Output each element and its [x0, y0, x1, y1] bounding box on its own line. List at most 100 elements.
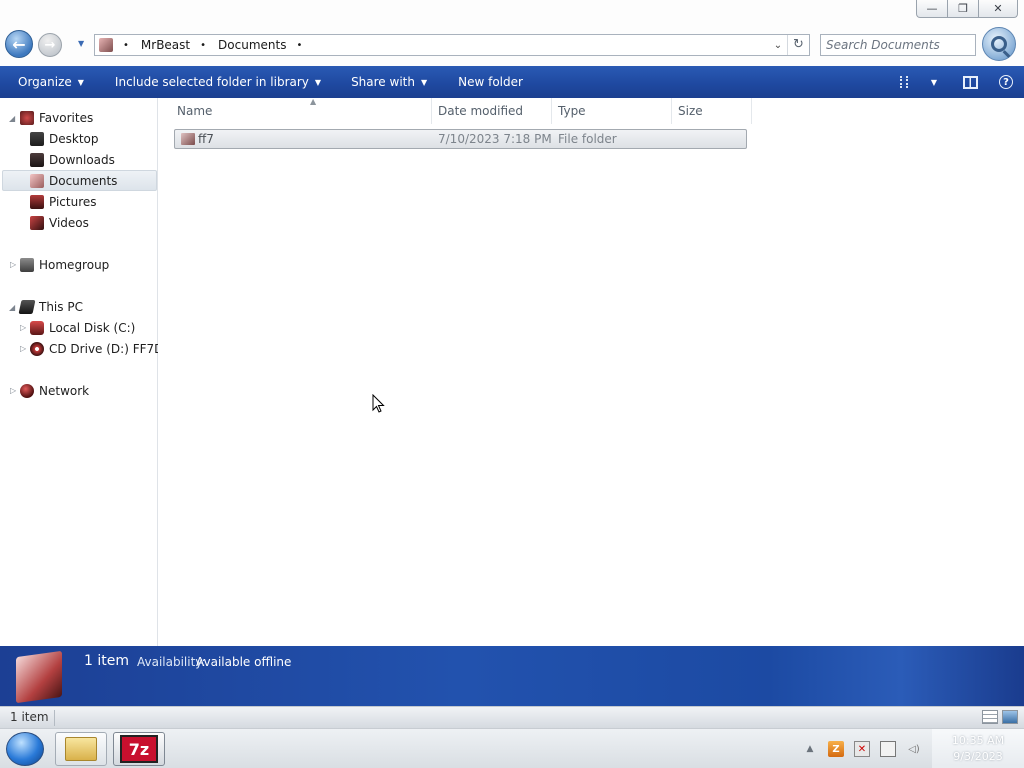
window-controls: — ❐ ✕	[916, 0, 1018, 18]
search-button[interactable]	[982, 27, 1016, 61]
nav-pictures-label: Pictures	[49, 194, 97, 209]
views-icon	[900, 76, 908, 88]
close-button[interactable]: ✕	[978, 0, 1018, 18]
command-bar: Organize ▼ Include selected folder in li…	[0, 66, 1024, 98]
nav-documents[interactable]: Documents	[2, 170, 157, 191]
breadcrumb-mrbeast[interactable]: MrBeast	[141, 38, 190, 52]
cd-drive-icon	[30, 341, 44, 356]
nav-desktop[interactable]: Desktop	[30, 128, 99, 149]
details-pane: 1 item Availability: Available offline	[0, 646, 1024, 706]
nav-desktop-label: Desktop	[49, 131, 99, 146]
include-in-library-label: Include selected folder in library	[114, 75, 309, 89]
title-bar: — ❐ ✕ ← → ▼ • MrBeast • Documents • ⌄ ↻ …	[0, 0, 1024, 66]
nav-this-pc[interactable]: This PC	[18, 296, 83, 317]
nav-downloads-label: Downloads	[49, 152, 115, 167]
nav-favorites-label: Favorites	[39, 110, 94, 125]
hard-drive-icon	[30, 320, 44, 335]
folder-icon	[181, 133, 195, 145]
documents-icon	[30, 173, 44, 188]
address-bar[interactable]: • MrBeast • Documents • ⌄ ↻	[94, 34, 810, 56]
column-header-date-modified[interactable]: Date modified	[432, 98, 552, 124]
file-date-modified: 7/10/2023 7:18 PM	[438, 132, 552, 146]
breadcrumb-documents[interactable]: Documents	[218, 38, 286, 52]
homegroup-icon	[20, 257, 34, 272]
large-icons-view-icon[interactable]	[1002, 710, 1018, 724]
nav-local-disk-label: Local Disk (C:)	[49, 320, 136, 335]
arrow-right-icon: →	[44, 37, 56, 53]
expand-local-disk-icon[interactable]: ▷	[20, 323, 26, 332]
maximize-button[interactable]: ❐	[947, 0, 979, 18]
share-with-button[interactable]: Share with ▼	[321, 75, 427, 89]
status-item-count: 1 item	[10, 710, 49, 724]
search-icon	[991, 36, 1007, 52]
forward-button[interactable]: →	[38, 33, 62, 57]
action-center-flag-icon[interactable]: ✕	[854, 741, 870, 757]
change-view-button[interactable]	[896, 74, 912, 90]
nav-videos[interactable]: Videos	[30, 212, 89, 233]
search-input[interactable]: Search Documents	[820, 34, 976, 56]
back-button[interactable]: ←	[5, 30, 33, 58]
recent-pages-dropdown-icon[interactable]: ▼	[78, 39, 84, 48]
status-separator	[54, 710, 974, 726]
nav-network[interactable]: Network	[20, 380, 89, 401]
column-size-label: Size	[678, 104, 703, 118]
include-in-library-button[interactable]: Include selected folder in library ▼	[84, 75, 321, 89]
refresh-icon[interactable]: ↻	[787, 35, 809, 55]
nav-this-pc-label: This PC	[39, 299, 83, 314]
expand-favorites-icon[interactable]: ◢	[9, 114, 15, 123]
expand-network-icon[interactable]: ▷	[10, 386, 16, 395]
breadcrumb-separator[interactable]: •	[200, 40, 206, 51]
help-button[interactable]: ?	[998, 74, 1014, 90]
expand-this-pc-icon[interactable]: ◢	[9, 303, 15, 312]
minimize-button[interactable]: —	[916, 0, 948, 18]
views-dropdown-icon[interactable]: ▼	[926, 74, 942, 90]
start-button[interactable]	[6, 732, 44, 766]
arrow-left-icon: ←	[12, 34, 26, 54]
file-name: ff7	[198, 132, 214, 146]
taskbar-7zip-button[interactable]: 7z	[113, 732, 165, 766]
column-type-label: Type	[558, 104, 586, 118]
file-list: Name ▲ Date modified Type Size ff7 7/10/…	[159, 97, 1024, 646]
network-icon	[20, 383, 34, 398]
nav-downloads[interactable]: Downloads	[30, 149, 115, 170]
column-date-label: Date modified	[438, 104, 524, 118]
breadcrumb-separator[interactable]: •	[296, 40, 302, 51]
clock-time: 10:35 AM	[951, 734, 1005, 747]
column-header-size[interactable]: Size	[672, 98, 752, 124]
organize-button[interactable]: Organize ▼	[0, 75, 84, 89]
documents-library-icon	[16, 650, 62, 704]
column-header-type[interactable]: Type	[552, 98, 672, 124]
show-hidden-icons-icon[interactable]: ▲	[802, 741, 818, 757]
address-dropdown-icon[interactable]: ⌄	[769, 40, 787, 51]
taskbar: 7z ▲ Z ✕ ◁) 10:35 AM 9/3/2023	[0, 728, 1024, 768]
breadcrumb-separator[interactable]: •	[123, 40, 129, 51]
folder-icon	[65, 737, 97, 761]
downloads-icon	[30, 152, 44, 167]
nav-homegroup-label: Homegroup	[39, 257, 110, 272]
column-header-name[interactable]: Name ▲	[171, 97, 432, 124]
file-row-ff7[interactable]: ff7 7/10/2023 7:18 PM File folder	[174, 129, 747, 149]
expand-cd-drive-icon[interactable]: ▷	[20, 344, 26, 353]
nav-cd-drive-label: CD Drive (D:) FF7DISC	[49, 341, 158, 356]
expand-homegroup-icon[interactable]: ▷	[10, 260, 16, 269]
taskbar-explorer-button[interactable]	[55, 732, 107, 766]
new-folder-button[interactable]: New folder	[427, 75, 523, 89]
nav-cd-drive[interactable]: CD Drive (D:) FF7DISC	[30, 338, 158, 359]
preview-pane-button[interactable]	[962, 74, 978, 90]
details-view-icon[interactable]	[982, 710, 998, 724]
app-tray-icon[interactable]: Z	[828, 741, 844, 757]
status-bar: 1 item	[0, 706, 1024, 728]
nav-homegroup[interactable]: Homegroup	[20, 254, 109, 275]
nav-pictures[interactable]: Pictures	[30, 191, 97, 212]
preview-pane-icon	[962, 75, 978, 89]
nav-favorites[interactable]: Favorites	[20, 107, 93, 128]
system-tray: ▲ Z ✕ ◁) 10:35 AM 9/3/2023	[802, 729, 1024, 768]
nav-local-disk[interactable]: Local Disk (C:)	[30, 317, 135, 338]
pictures-icon	[30, 194, 44, 209]
organize-label: Organize	[18, 75, 72, 89]
clock[interactable]: 10:35 AM 9/3/2023	[932, 729, 1024, 768]
volume-icon[interactable]: ◁)	[906, 741, 922, 757]
network-status-icon[interactable]	[880, 741, 896, 757]
7zip-icon: 7z	[120, 735, 158, 763]
help-icon: ?	[999, 75, 1013, 89]
